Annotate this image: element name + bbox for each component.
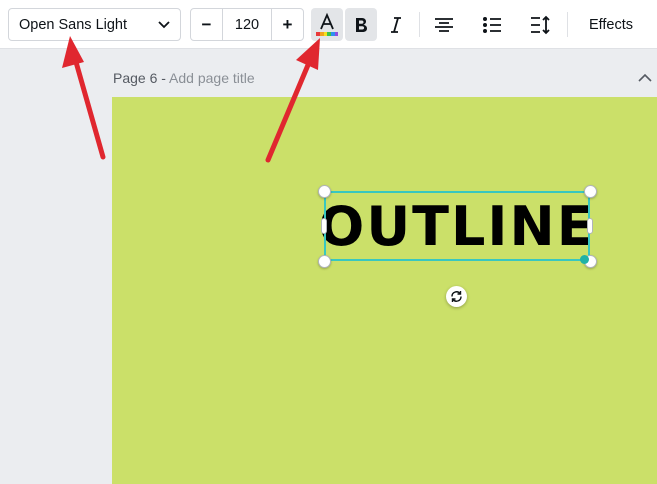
bold-button[interactable] — [345, 8, 377, 41]
effects-button[interactable]: Effects — [576, 8, 646, 41]
resize-handle-bottom-left[interactable] — [318, 255, 331, 268]
annotation-arrow-font — [73, 59, 106, 160]
spacing-button[interactable] — [525, 8, 557, 41]
spacing-icon — [531, 15, 550, 34]
resize-handle-left[interactable] — [321, 218, 327, 234]
text-cursor-dot — [580, 255, 589, 264]
text-toolbar: Open Sans Light − 120 + Effects — [0, 0, 657, 49]
resize-handle-top-left[interactable] — [318, 185, 331, 198]
align-center-button[interactable] — [428, 8, 460, 41]
rotate-button[interactable] — [446, 286, 467, 307]
list-icon — [483, 16, 501, 33]
chevron-up-icon[interactable] — [638, 73, 652, 83]
increase-font-size-button[interactable]: + — [272, 9, 303, 40]
rotate-icon — [451, 291, 462, 302]
page-header: Page 6 - Add page title — [113, 70, 255, 86]
add-page-title-input[interactable]: Add page title — [169, 70, 255, 86]
font-family-dropdown[interactable]: Open Sans Light — [8, 8, 181, 41]
italic-icon — [391, 16, 401, 33]
italic-button[interactable] — [380, 8, 412, 41]
page-number-label: Page 6 - — [113, 70, 170, 86]
selection-box — [324, 191, 590, 261]
decrease-font-size-button[interactable]: − — [191, 9, 222, 40]
font-size-input[interactable]: 120 — [222, 9, 272, 40]
resize-handle-top-right[interactable] — [584, 185, 597, 198]
bold-icon — [356, 17, 367, 32]
font-size-stepper: − 120 + — [190, 8, 304, 41]
toolbar-divider — [419, 12, 420, 37]
list-button[interactable] — [476, 8, 508, 41]
chevron-down-icon — [158, 21, 170, 29]
resize-handle-right[interactable] — [587, 218, 593, 234]
text-color-icon — [316, 12, 338, 36]
align-center-icon — [435, 17, 453, 32]
design-canvas[interactable] — [112, 97, 657, 484]
toolbar-divider — [567, 12, 568, 37]
font-family-label: Open Sans Light — [19, 16, 128, 33]
text-color-button[interactable] — [311, 8, 343, 41]
